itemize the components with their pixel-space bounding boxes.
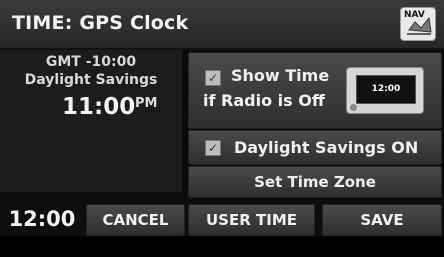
title-bar: TIME: GPS Clock NAV — [0, 0, 444, 50]
page-title: TIME: GPS Clock — [12, 12, 189, 34]
show-time-toggle[interactable]: ✓ Show Time if Radio is Off 12:00 — [188, 52, 442, 129]
radio-display-icon: 12:00 — [346, 67, 424, 114]
radio-knob — [350, 104, 357, 111]
gmt-offset: GMT -10:00 — [45, 54, 137, 70]
radio-preview-time: 12:00 — [371, 84, 401, 94]
daylight-savings-label: Daylight Savings — [24, 72, 158, 88]
set-time-zone-label: Set Time Zone — [254, 173, 376, 191]
show-time-sublabel: if Radio is Off — [203, 91, 325, 110]
current-time: 11:00 — [62, 94, 136, 120]
daylight-savings-option-label: Daylight Savings ON — [234, 138, 419, 157]
user-time-button[interactable]: USER TIME — [188, 204, 315, 236]
set-time-zone-button[interactable]: Set Time Zone — [188, 166, 442, 198]
time-info-panel: GMT -10:00 Daylight Savings 11:00 PM — [0, 50, 182, 192]
meridiem: PM — [135, 96, 158, 111]
nav-button[interactable]: NAV — [400, 7, 436, 41]
cancel-button[interactable]: CANCEL — [86, 204, 185, 236]
nav-map-icon — [407, 16, 432, 35]
status-clock: 12:00 — [8, 207, 76, 231]
checkmark-icon: ✓ — [205, 70, 221, 86]
clock-settings-screen: TIME: GPS Clock NAV GMT -10:00 Daylight … — [0, 0, 444, 257]
radio-screen: 12:00 — [356, 75, 416, 104]
save-button[interactable]: SAVE — [322, 204, 442, 236]
footer-strip — [0, 236, 444, 257]
daylight-savings-toggle[interactable]: ✓ Daylight Savings ON — [188, 130, 442, 165]
checkmark-icon: ✓ — [205, 140, 221, 156]
show-time-label: Show Time — [231, 66, 330, 85]
